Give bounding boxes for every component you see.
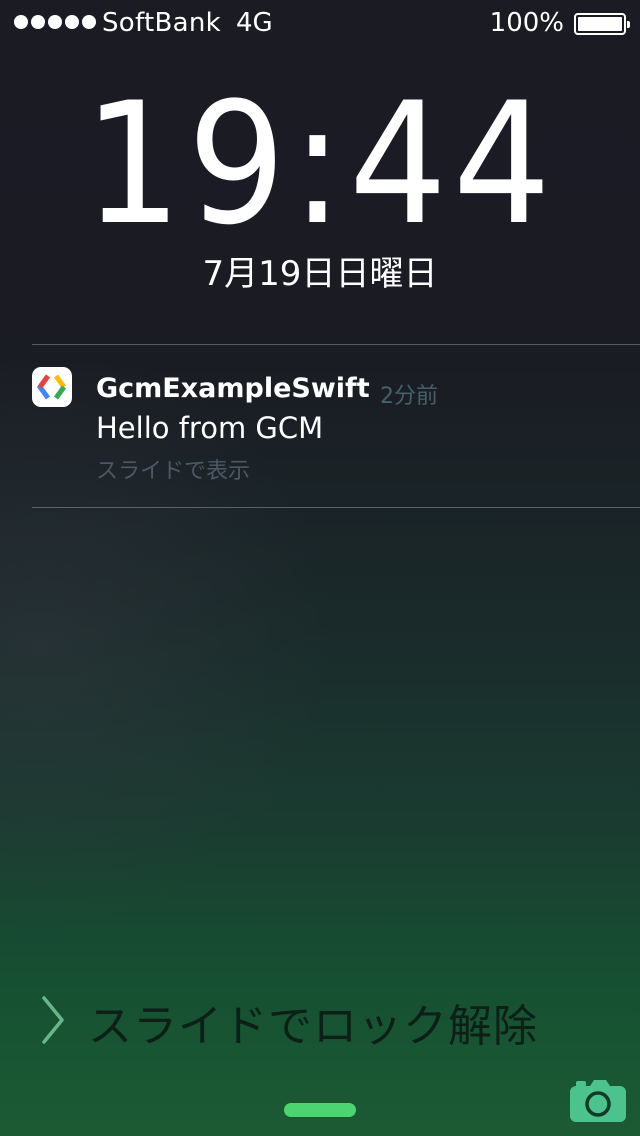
battery-percentage: 100% (489, 8, 564, 38)
camera-icon[interactable] (568, 1078, 628, 1124)
chevron-right-icon (42, 996, 64, 1044)
unlock-label: スライドでロック解除 (88, 1001, 538, 1052)
network-type: 4G (236, 8, 273, 38)
notification-slide-hint: スライドで表示 (96, 459, 251, 484)
carrier-name: SoftBank (102, 8, 222, 38)
status-bar: SoftBank 4G 100% (0, 0, 640, 48)
notification-time: 2分前 (380, 384, 438, 409)
signal-strength-icon (14, 15, 96, 29)
battery-icon (574, 13, 630, 35)
chrome-gcm-icon (32, 367, 72, 407)
notification-divider-bottom (32, 507, 640, 508)
lock-date: 7月19日日曜日 (202, 254, 438, 294)
notification-app-name: GcmExampleSwift (96, 373, 370, 404)
notification-message: Hello from GCM (96, 411, 324, 445)
control-center-grabber[interactable] (284, 1103, 356, 1117)
slide-to-unlock[interactable]: スライドでロック解除 (40, 990, 600, 1052)
lock-clock: 19:44 (83, 66, 557, 262)
notification-card[interactable]: GcmExampleSwift 2分前 Hello from GCM スライドで… (32, 345, 640, 507)
